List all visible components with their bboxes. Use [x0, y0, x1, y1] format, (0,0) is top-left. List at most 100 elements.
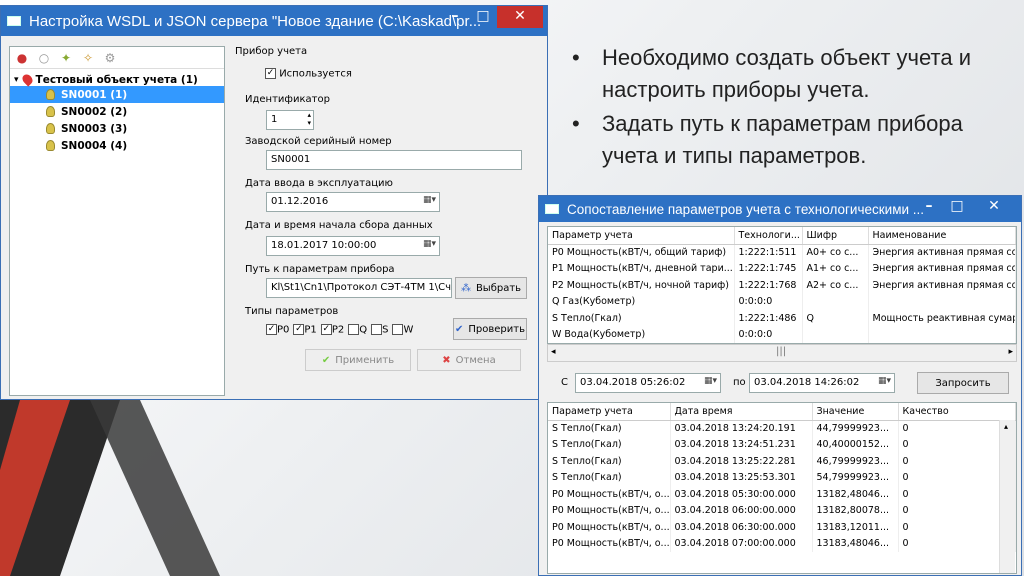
check-button[interactable]: ✔ Проверить — [453, 318, 527, 340]
minimize-button[interactable]: – — [441, 6, 469, 28]
column-header[interactable]: Технологи... — [734, 227, 803, 245]
table-cell: S Тепло(Гкал) — [548, 420, 671, 437]
scroll-left-icon[interactable]: ◂ — [551, 347, 556, 357]
used-checkbox-row[interactable]: ✓ Используется — [265, 68, 352, 80]
tree-item-device[interactable]: SN0003 (3) — [10, 120, 224, 137]
column-header[interactable]: Шифр — [802, 227, 869, 245]
values-grid[interactable]: Параметр учета Дата время Значение Качес… — [547, 402, 1017, 574]
settings-titlebar[interactable]: Настройка WSDL и JSON сервера "Новое зда… — [1, 6, 547, 36]
commission-label: Дата ввода в эксплуатацию — [245, 178, 393, 189]
object-pin-icon — [19, 72, 35, 87]
tree-item-device[interactable]: SN0001 (1) — [10, 86, 224, 103]
table-cell: 0 — [898, 535, 1016, 552]
table-row[interactable]: S Тепло(Гкал) 03.04.2018 13:25:53.301 54,7… — [548, 469, 1016, 486]
id-field[interactable]: 1 ▴ ▾ — [266, 110, 314, 130]
check-icon: ✔ — [455, 323, 464, 335]
path-field[interactable]: Kl\St1\Cn1\Протокол СЭТ-4ТМ 1\Счетч — [266, 278, 452, 298]
table-cell: 03.04.2018 13:25:22.281 — [670, 453, 813, 470]
table-row[interactable]: P0 Мощность(кВТ/ч, о... 03.04.2018 07:00:… — [548, 535, 1016, 552]
table-cell — [868, 326, 1016, 343]
type-checkbox-Q[interactable]: Q — [348, 324, 367, 336]
path-label: Путь к параметрам прибора — [245, 264, 395, 275]
remove-object-icon[interactable]: ○ — [36, 50, 52, 66]
maximize-button[interactable]: □ — [469, 6, 497, 28]
table-row[interactable]: P2 Мощность(кВТ/ч, ночной тариф) 1:222:1:… — [548, 277, 1016, 294]
table-cell: Мощность реактивная сумар... — [868, 310, 1016, 327]
minimize-button[interactable]: – — [915, 196, 943, 218]
apply-button[interactable]: ✔ Применить — [305, 349, 411, 371]
scroll-thumb[interactable]: ||| — [776, 346, 786, 357]
request-button[interactable]: Запросить — [917, 372, 1009, 394]
column-header[interactable]: Дата время — [670, 403, 813, 421]
table-cell: S Тепло(Гкал) — [548, 469, 671, 486]
remove-device-icon[interactable]: ✧ — [80, 50, 96, 66]
type-checkbox-W[interactable]: W — [392, 324, 413, 336]
add-device-icon[interactable]: ✦ — [58, 50, 74, 66]
collapse-icon[interactable]: ▾ — [14, 75, 19, 85]
table-row[interactable]: P1 Мощность(кВТ/ч, дневной тари... 1:222:… — [548, 260, 1016, 277]
scroll-right-icon[interactable]: ▸ — [1008, 347, 1013, 357]
spin-icon[interactable]: ▴ ▾ — [307, 111, 311, 127]
from-datetime-field[interactable]: 03.04.2018 05:26:02 ▦▾ — [575, 373, 721, 393]
table-row[interactable]: S Тепло(Гкал) 03.04.2018 13:24:51.231 40,4… — [548, 436, 1016, 453]
table-row[interactable]: P0 Мощность(кВТ/ч, общий тариф) 1:222:1:5… — [548, 244, 1016, 261]
table-cell: Q Газ(Кубометр) — [548, 293, 735, 310]
table-cell: P0 Мощность(кВТ/ч, о... — [548, 502, 671, 519]
add-object-icon[interactable]: ● — [14, 50, 30, 66]
start-datetime-field[interactable]: 18.01.2017 10:00:00 ▦▾ — [266, 236, 440, 256]
vertical-scrollbar[interactable]: ▴ — [999, 420, 1015, 573]
table-cell: 13182,48046... — [812, 486, 899, 503]
scroll-up-icon[interactable]: ▴ — [1004, 422, 1008, 431]
serial-field[interactable]: SN0001 — [266, 150, 522, 170]
table-cell: 46,79999923... — [812, 453, 899, 470]
column-header[interactable]: Качество — [898, 403, 1016, 421]
table-row[interactable]: S Тепло(Гкал) 03.04.2018 13:25:22.281 46,7… — [548, 453, 1016, 470]
column-header[interactable]: Значение — [812, 403, 899, 421]
select-button[interactable]: ⁂ Выбрать — [455, 277, 527, 299]
type-checkbox-P2[interactable]: ✓ P2 — [320, 324, 344, 336]
table-row[interactable]: Q Газ(Кубометр) 0:0:0:0 — [548, 293, 1016, 310]
table-cell: 1:222:1:486 — [734, 310, 803, 327]
commission-date-field[interactable]: 01.12.2016 ▦▾ — [266, 192, 440, 212]
table-cell: 0 — [898, 436, 1016, 453]
table-row[interactable]: S Тепло(Гкал) 1:222:1:486 Q Мощность реакти… — [548, 310, 1016, 327]
close-button[interactable]: ✕ — [971, 196, 1017, 218]
table-cell: 0:0:0:0 — [734, 293, 803, 310]
table-cell: A0+ со с... — [802, 244, 869, 261]
type-checkbox-P0[interactable]: ✓ P0 — [266, 324, 289, 336]
column-header[interactable]: Наименование — [868, 227, 1016, 245]
calendar-dropdown-icon[interactable]: ▦▾ — [878, 376, 891, 386]
table-row[interactable]: W Вода(Кубометр) 0:0:0:0 — [548, 326, 1016, 343]
group-title: Прибор учета — [235, 46, 308, 57]
table-row[interactable]: P0 Мощность(кВТ/ч, о... 03.04.2018 05:30:… — [548, 486, 1016, 503]
tree-root-object[interactable]: ▾ Тестовый объект учета (1) — [10, 69, 224, 87]
type-checkbox-S[interactable]: S — [371, 324, 388, 336]
table-cell: A1+ со с... — [802, 260, 869, 277]
table-row[interactable]: P0 Мощность(кВТ/ч, о... 03.04.2018 06:00:… — [548, 502, 1016, 519]
to-datetime-field[interactable]: 03.04.2018 14:26:02 ▦▾ — [749, 373, 895, 393]
tree-item-device[interactable]: SN0004 (4) — [10, 137, 224, 154]
table-row[interactable]: S Тепло(Гкал) 03.04.2018 13:24:20.191 44,7… — [548, 420, 1016, 437]
horizontal-scrollbar[interactable]: ◂ ||| ▸ — [547, 344, 1017, 362]
type-checkbox-P1[interactable]: ✓ P1 — [293, 324, 317, 336]
mapping-grid[interactable]: Параметр учета Технологи... Шифр Наимено… — [547, 226, 1017, 344]
table-cell: 0 — [898, 486, 1016, 503]
app-icon — [7, 16, 21, 26]
calendar-dropdown-icon[interactable]: ▦▾ — [704, 376, 717, 386]
table-row[interactable]: P0 Мощность(кВТ/ч, о... 03.04.2018 06:30:… — [548, 519, 1016, 536]
mapping-titlebar[interactable]: Сопоставление параметров учета с техноло… — [539, 196, 1021, 222]
column-header[interactable]: Параметр учета — [548, 227, 735, 245]
device-bulb-icon — [46, 106, 55, 117]
column-header[interactable]: Параметр учета — [548, 403, 671, 421]
calendar-dropdown-icon[interactable]: ▦▾ — [423, 239, 436, 249]
mapping-window-title: Сопоставление параметров учета с техноло… — [567, 201, 925, 217]
maximize-button[interactable]: □ — [943, 196, 971, 218]
settings-icon[interactable]: ⚙ — [102, 50, 118, 66]
used-checkbox[interactable]: ✓ — [265, 68, 276, 79]
tree-item-device[interactable]: SN0002 (2) — [10, 103, 224, 120]
device-form: Прибор учета ✓ Используется Идентификато… — [229, 46, 539, 396]
close-button[interactable]: ✕ — [497, 6, 543, 28]
calendar-dropdown-icon[interactable]: ▦▾ — [423, 195, 436, 205]
cancel-button[interactable]: ✖ Отмена — [417, 349, 521, 371]
apply-check-icon: ✔ — [321, 354, 331, 366]
